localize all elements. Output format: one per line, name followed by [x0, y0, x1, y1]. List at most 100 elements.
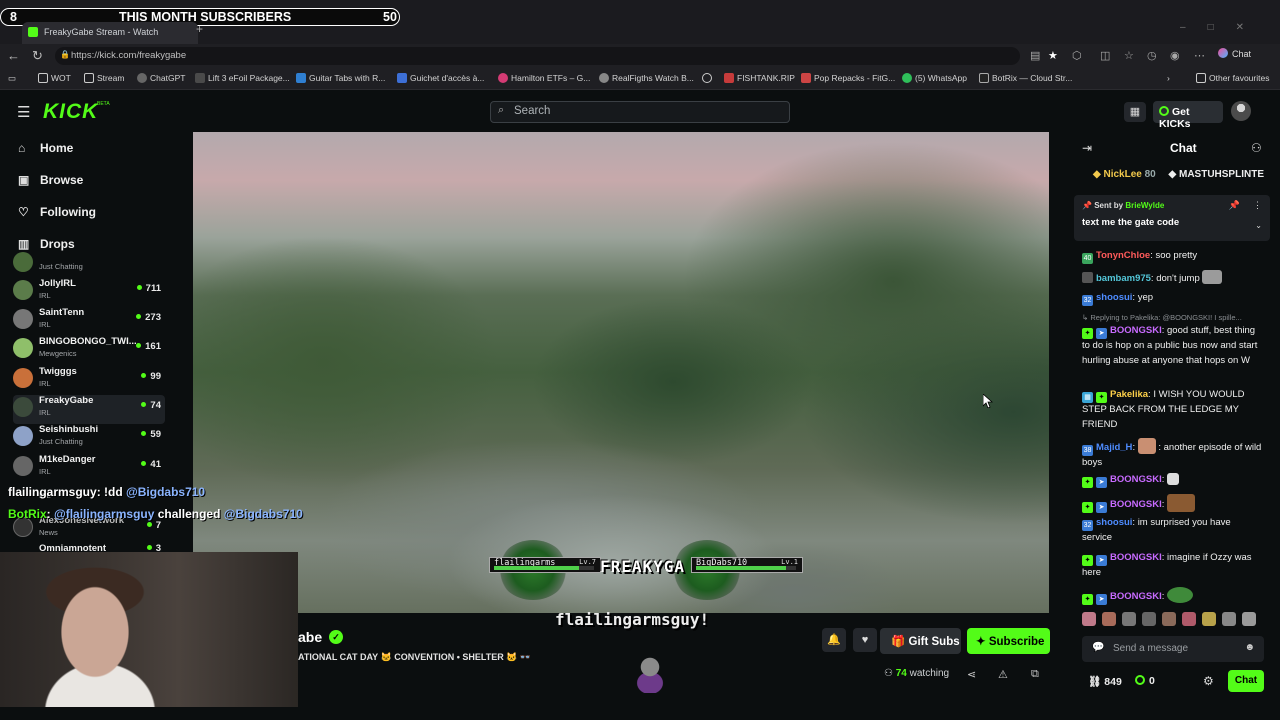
- extension-icon[interactable]: ⬡: [1072, 49, 1082, 62]
- og-badge-icon: ✦: [1082, 477, 1093, 488]
- sidebar-channel[interactable]: Twigggs IRL 99: [13, 366, 165, 395]
- chat-username[interactable]: TonynChloe: [1096, 250, 1150, 261]
- share-icon[interactable]: ⋖: [967, 668, 976, 681]
- nav-following[interactable]: ♡ Following: [18, 205, 96, 219]
- follow-heart-icon[interactable]: ♥: [853, 628, 877, 652]
- bookmark-item[interactable]: [702, 73, 715, 83]
- site-info-icon[interactable]: 🔒: [60, 50, 70, 59]
- profile-icon[interactable]: ◉: [1170, 49, 1180, 62]
- bookmarks-overflow-icon[interactable]: ›: [1167, 73, 1170, 83]
- pin-icon[interactable]: 📌: [1229, 200, 1240, 211]
- report-icon[interactable]: ⚠: [998, 668, 1008, 681]
- history-icon[interactable]: ◷: [1147, 49, 1157, 62]
- nav-browse[interactable]: ▣ Browse: [18, 173, 83, 187]
- library-icon[interactable]: ▦: [1124, 102, 1146, 122]
- kicks-balance[interactable]: 0: [1135, 675, 1155, 687]
- emoji-picker-icon[interactable]: ☻: [1244, 642, 1255, 653]
- bookmark-item[interactable]: WOT: [38, 73, 71, 83]
- chat-settings-gear-icon[interactable]: ⚙: [1203, 674, 1214, 688]
- other-favourites[interactable]: Other favourites: [1196, 73, 1269, 83]
- get-kicks-button[interactable]: Get KICKs: [1153, 101, 1223, 130]
- hamburger-menu-icon[interactable]: ☰: [17, 103, 30, 121]
- chat-message-input[interactable]: 💬 Send a message ☻: [1082, 636, 1264, 662]
- favorites-icon[interactable]: ☆: [1124, 49, 1134, 62]
- chat-username[interactable]: Pakelika: [1110, 389, 1148, 400]
- user-avatar[interactable]: [1231, 101, 1251, 121]
- bookmark-item[interactable]: Guitar Tabs with R...: [296, 73, 385, 83]
- bookmarks-bar: ▭ WOT Stream ChatGPT Lift 3 eFoil Packag…: [0, 68, 1280, 90]
- gift-subs-button[interactable]: 🎁 Gift Subs: [880, 628, 961, 654]
- nav-drops[interactable]: ▥ Drops: [18, 237, 75, 251]
- channel-avatar: [13, 368, 33, 388]
- channel-points[interactable]: ⛓ 849: [1088, 675, 1122, 688]
- chat-username[interactable]: BOONGSKI: [1110, 591, 1162, 602]
- new-tab-button[interactable]: +: [196, 22, 203, 36]
- copilot-chat-button[interactable]: Chat: [1218, 48, 1251, 59]
- search-input[interactable]: ⌕ Search: [490, 101, 790, 123]
- bookmark-item[interactable]: Hamilton ETFs – G...: [498, 73, 590, 83]
- bookmark-item[interactable]: (5) WhatsApp: [902, 73, 967, 83]
- chat-username[interactable]: BOONGSKI: [1110, 325, 1162, 336]
- channel-avatar: [13, 456, 33, 476]
- sidebar-channel-active[interactable]: FreakyGabe IRL 74: [13, 395, 165, 424]
- favorite-star-icon[interactable]: ★: [1048, 49, 1058, 62]
- emote-icon[interactable]: [1222, 612, 1236, 626]
- sidebar-channel[interactable]: SaintTenn IRL 273: [13, 307, 165, 336]
- bookmark-item[interactable]: ChatGPT: [137, 73, 185, 83]
- bookmark-item[interactable]: Stream: [84, 73, 124, 83]
- clip-icon[interactable]: ⧉: [1031, 668, 1039, 681]
- collapse-chat-icon[interactable]: ⇥: [1082, 141, 1092, 155]
- bookmark-item[interactable]: FISHTANK.RIP: [724, 73, 795, 83]
- gifter-entry[interactable]: ◆ NickLee 80: [1093, 169, 1156, 180]
- reader-icon[interactable]: ▤: [1030, 49, 1040, 62]
- sidebar-channel[interactable]: Omniamnotent 3: [13, 543, 165, 552]
- chat-username[interactable]: shoosui: [1096, 292, 1132, 303]
- chat-username[interactable]: BOONGSKI: [1110, 499, 1162, 510]
- bookmark-item[interactable]: RealFigths Watch B...: [599, 73, 694, 83]
- window-controls[interactable]: –□✕: [1180, 22, 1266, 33]
- subscribe-button[interactable]: ✦ Subscribe: [967, 628, 1050, 654]
- chat-username[interactable]: BOONGSKI: [1110, 552, 1162, 563]
- emote-icon[interactable]: [1242, 612, 1256, 626]
- bookmark-item[interactable]: Lift 3 eFoil Package...: [195, 73, 290, 83]
- chevron-down-icon[interactable]: ⌄: [1255, 221, 1262, 230]
- chat-users-icon[interactable]: ⚇: [1251, 141, 1262, 155]
- folder-icon: [84, 73, 94, 83]
- sidebar-channel[interactable]: Seishinbushi Just Chatting 59: [13, 424, 165, 453]
- chat-username[interactable]: BOONGSKI: [1110, 474, 1162, 485]
- url-field[interactable]: 🔒 https://kick.com/freakygabe: [55, 47, 1020, 65]
- sidebar-channel[interactable]: M1keDanger IRL 41: [13, 454, 165, 483]
- emote-icon[interactable]: [1162, 612, 1176, 626]
- more-options-icon[interactable]: ⋮: [1253, 200, 1262, 211]
- chat-send-button[interactable]: Chat: [1228, 670, 1264, 692]
- video-player[interactable]: [193, 132, 1049, 613]
- emote-icon[interactable]: [1142, 612, 1156, 626]
- sidebar-channel[interactable]: BINGOBONGO_TWI... Mewgenics 161: [13, 336, 165, 365]
- browser-tab[interactable]: FreakyGabe Stream - Watch: [22, 22, 198, 44]
- kick-logo[interactable]: KICK: [43, 100, 98, 124]
- bookmark-item[interactable]: Pop Repacks - FitG...: [801, 73, 895, 83]
- notification-bell-icon[interactable]: 🔔: [822, 628, 846, 652]
- chat-username[interactable]: shoosui: [1096, 517, 1132, 528]
- points-icon: ⛓: [1088, 676, 1102, 688]
- bookmarks-menu-icon[interactable]: ▭: [8, 73, 16, 84]
- chat-username[interactable]: Majid_H: [1096, 442, 1132, 453]
- back-icon[interactable]: ←: [7, 48, 20, 63]
- nav-home[interactable]: ⌂ Home: [18, 141, 73, 155]
- reply-context[interactable]: ↳ Replying to Pakelika: @BOONGSKI! I spi…: [1082, 313, 1242, 322]
- bookmark-item[interactable]: BotRix — Cloud Str...: [979, 73, 1072, 83]
- emote-icon[interactable]: [1202, 612, 1216, 626]
- pinned-message[interactable]: 📌 Sent by BrieWylde text me the gate cod…: [1074, 195, 1270, 241]
- streamer-name[interactable]: abe: [298, 629, 322, 645]
- split-screen-icon[interactable]: ◫: [1100, 49, 1110, 62]
- menu-icon[interactable]: ⋯: [1194, 49, 1205, 62]
- emote-icon[interactable]: [1082, 612, 1096, 626]
- sidebar-channel[interactable]: JollyIRL IRL 711: [13, 278, 165, 307]
- emote-icon[interactable]: [1182, 612, 1196, 626]
- chat-username[interactable]: bambam975: [1096, 273, 1151, 284]
- reload-icon[interactable]: ↻: [32, 48, 43, 64]
- gifter-entry[interactable]: ◆ MASTUHSPLINTE: [1169, 169, 1264, 180]
- emote-icon[interactable]: [1102, 612, 1116, 626]
- bookmark-item[interactable]: Guichet d'accès à...: [397, 73, 484, 83]
- emote-icon[interactable]: [1122, 612, 1136, 626]
